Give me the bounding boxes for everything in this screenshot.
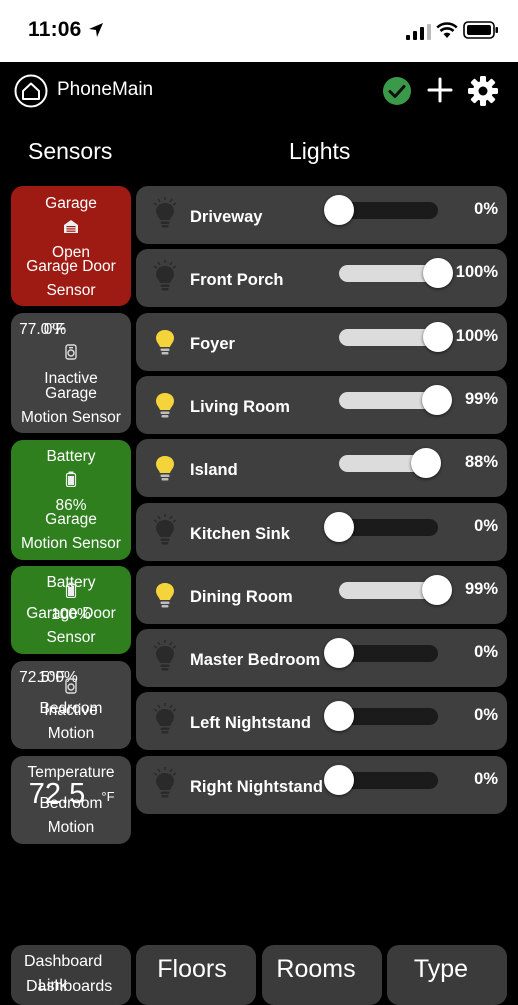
light-bulb-icon[interactable] (150, 576, 180, 612)
sensor-tile-bedroom-motion[interactable]: 72.5°F 100% Bedroom Inactive Motion (11, 661, 131, 749)
nav-floors-label: Floors (157, 955, 227, 983)
brightness-slider-handle[interactable] (422, 385, 452, 415)
brightness-slider-handle[interactable] (423, 322, 453, 352)
brightness-percent: 0% (474, 643, 498, 661)
light-bulb-icon[interactable] (150, 639, 180, 675)
nav-rooms-button[interactable]: Rooms (262, 945, 382, 1005)
nav-type-button[interactable]: Type (387, 945, 507, 1005)
motion-sensor-icon (65, 344, 77, 360)
sensor-name: Garage (45, 385, 97, 402)
sensor-tile-bedroom-temperature[interactable]: Temperature 72.5 °F Bedroom Motion (11, 756, 131, 844)
brightness-slider-handle[interactable] (422, 575, 452, 605)
sensor-name: Motion Sensor (21, 535, 121, 552)
brightness-percent: 0% (474, 200, 498, 218)
location-arrow-icon (89, 23, 103, 37)
light-bulb-icon[interactable] (150, 513, 180, 549)
nav-type-label: Type (413, 955, 469, 983)
light-name: Master Bedroom (190, 651, 321, 669)
light-bulb-icon[interactable] (150, 386, 180, 422)
light-name: Dining Room (190, 588, 293, 606)
sensor-state: Inactive (44, 702, 98, 719)
brightness-slider-handle[interactable] (324, 512, 354, 542)
brightness-percent: 99% (464, 390, 498, 408)
light-row[interactable]: Left Nightstand 0% (136, 692, 507, 750)
brightness-percent: 88% (464, 453, 498, 471)
sensor-label: Battery (46, 448, 96, 465)
light-bulb-icon[interactable] (150, 449, 180, 485)
light-row[interactable]: Right Nightstand 0% (136, 756, 507, 814)
light-name: Front Porch (190, 271, 284, 289)
light-bulb-icon[interactable] (150, 259, 180, 295)
brightness-percent: 100% (455, 263, 498, 281)
sensor-name: Garage Door (26, 605, 116, 622)
sensor-name: Garage Door (26, 258, 116, 275)
light-row[interactable]: Driveway 0% (136, 186, 507, 244)
brightness-slider-handle[interactable] (411, 448, 442, 478)
brightness-percent: 0% (474, 517, 498, 535)
light-row[interactable]: Living Room 99% (136, 376, 507, 434)
sensor-name: Sensor (46, 629, 96, 646)
light-row[interactable]: Kitchen Sink 0% (136, 503, 507, 561)
sensor-tile-garage-door[interactable]: Garage Open Garage Door Sensor (11, 186, 131, 306)
nav-dashboards-button[interactable]: Dashboard Link Dashboards (11, 945, 131, 1005)
light-name: Kitchen Sink (190, 525, 290, 543)
sensors-column-title: Sensors (28, 138, 113, 164)
nav-rooms-label: Rooms (276, 955, 356, 983)
sensor-name: Sensor (46, 282, 96, 299)
light-bulb-icon[interactable] (150, 323, 180, 359)
app-title: PhoneMain (57, 79, 154, 100)
light-name: Foyer (190, 335, 235, 353)
plus-icon[interactable] (426, 76, 454, 104)
nav-dashboards-label: Dashboards (26, 978, 113, 995)
brightness-slider-handle[interactable] (324, 765, 354, 795)
garage-door-icon (64, 220, 78, 233)
light-row[interactable]: Master Bedroom 0% (136, 629, 507, 687)
status-time: 11:06 (28, 18, 82, 41)
battery-icon (65, 582, 77, 598)
check-circle-icon[interactable] (382, 76, 412, 106)
light-name: Right Nightstand (190, 778, 323, 796)
nav-dashboard-label: Dashboard (24, 953, 103, 970)
light-row[interactable]: Front Porch 100% (136, 249, 507, 307)
light-bulb-icon[interactable] (150, 766, 180, 802)
sensor-battery: 0% (43, 321, 67, 338)
cellular-signal-icon (406, 24, 431, 40)
brightness-percent: 0% (474, 706, 498, 724)
light-bulb-icon[interactable] (150, 702, 180, 738)
light-name: Driveway (190, 208, 263, 226)
gear-icon[interactable] (467, 75, 499, 107)
home-icon[interactable] (14, 74, 48, 108)
motion-sensor-icon (65, 678, 77, 694)
light-row[interactable]: Island 88% (136, 439, 507, 497)
brightness-slider-handle[interactable] (324, 638, 354, 668)
light-row[interactable]: Foyer 100% (136, 313, 507, 371)
wifi-icon (436, 22, 458, 38)
brightness-slider-handle[interactable] (324, 701, 354, 731)
sensor-name: Garage (45, 511, 97, 528)
battery-status-icon (463, 21, 498, 39)
sensor-name: Motion Sensor (21, 409, 121, 426)
light-row[interactable]: Dining Room 99% (136, 566, 507, 624)
sensor-tile-door-battery[interactable]: Battery 100% Garage Door Sensor (11, 566, 131, 654)
light-name: Left Nightstand (190, 714, 311, 732)
brightness-slider-handle[interactable] (423, 258, 453, 288)
light-name: Living Room (190, 398, 290, 416)
battery-icon (65, 471, 77, 487)
nav-floors-button[interactable]: Floors (136, 945, 256, 1005)
brightness-percent: 0% (474, 770, 498, 788)
status-bar: 11:06 (0, 0, 518, 62)
sensor-name: Bedroom (39, 795, 103, 812)
sensor-tile-motion-battery[interactable]: Battery 86% Garage Motion Sensor (11, 440, 131, 560)
sensor-label: Garage (45, 195, 97, 212)
sensor-name: Motion (47, 725, 95, 742)
brightness-percent: 99% (464, 580, 498, 598)
brightness-slider-handle[interactable] (324, 195, 354, 225)
light-bulb-icon[interactable] (150, 196, 180, 232)
sensor-name: Motion (47, 819, 95, 836)
sensor-tile-garage-motion[interactable]: 77.0°F 0% Inactive Garage Motion Sensor (11, 313, 131, 433)
lights-column-title: Lights (289, 138, 351, 164)
app-header: PhoneMain (0, 62, 518, 132)
light-name: Island (190, 461, 238, 479)
brightness-percent: 100% (455, 327, 498, 345)
